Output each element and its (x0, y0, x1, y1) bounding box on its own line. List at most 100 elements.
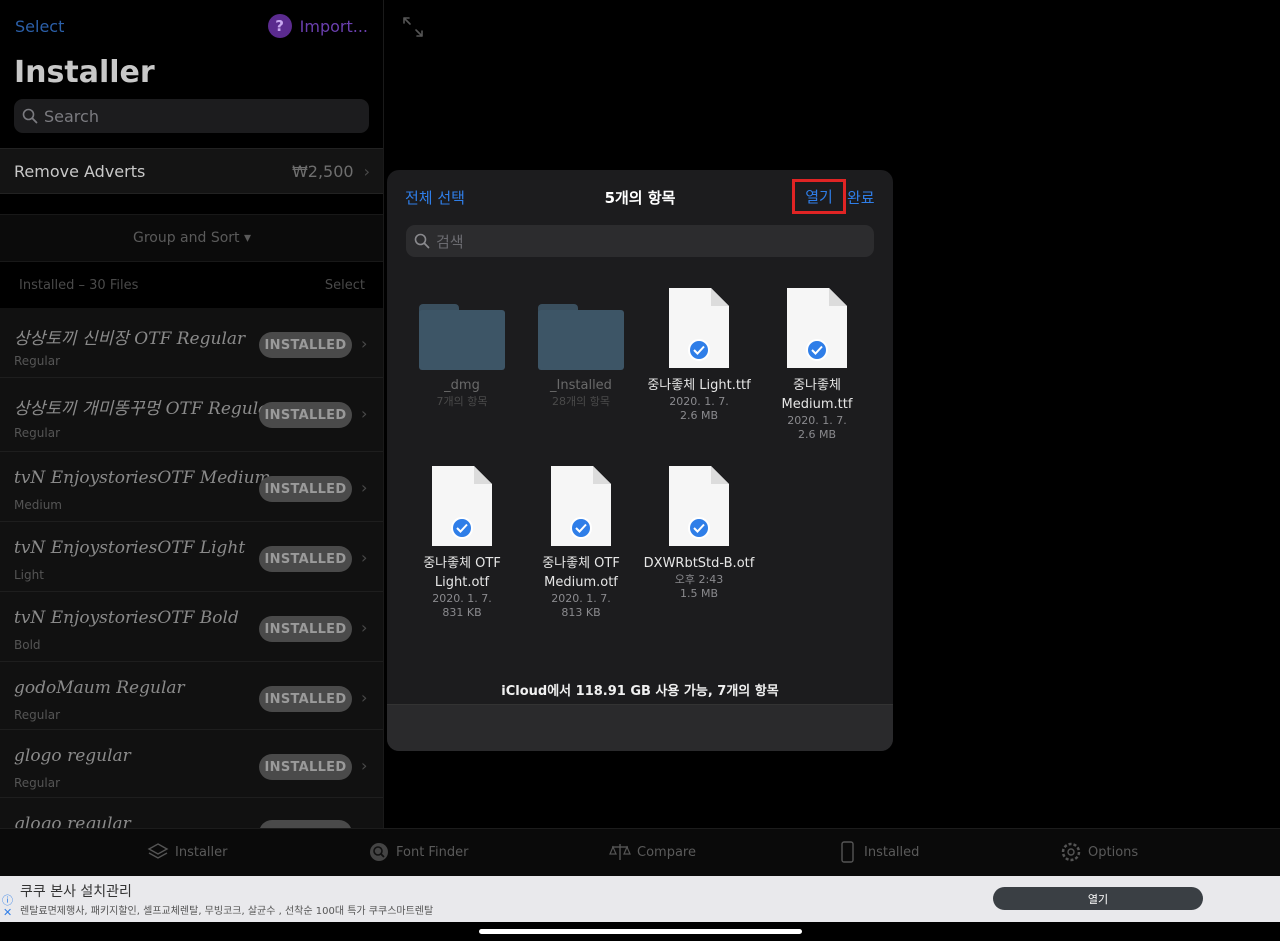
font-style: Regular (14, 776, 61, 790)
list-item[interactable]: tvN EnjoystoriesOTF Light Light INSTALLE… (0, 522, 383, 592)
tab-label: Options (1088, 844, 1139, 860)
font-style: Medium (14, 498, 62, 512)
status-badge[interactable]: INSTALLED (259, 546, 352, 572)
chevron-right-icon: › (361, 688, 368, 707)
modal-search-placeholder: 검색 (436, 232, 464, 251)
list-item[interactable]: 상상토끼 신비장 OTF Regular Regular INSTALLED › (0, 308, 383, 378)
tab-label: Installed (864, 844, 920, 860)
document-icon (667, 464, 731, 548)
checkmark-icon (688, 517, 710, 539)
sidebar-top-bar: Select ? Import... (0, 0, 383, 52)
font-style: Bold (14, 638, 41, 652)
file-item[interactable]: 중나좋체 OTF Medium.otf 2020. 1. 7. 813 KB (522, 464, 640, 620)
list-item[interactable]: glogo regular (0, 798, 383, 828)
item-name: 중나좋체 OTF Light.otf (423, 556, 501, 590)
group-and-sort-button[interactable]: Group and Sort ▾ (0, 214, 383, 262)
tab-installer[interactable]: Installer (147, 841, 227, 863)
checkmark-icon (806, 339, 828, 361)
font-style: Regular (14, 426, 61, 440)
chevron-right-icon: › (363, 161, 370, 181)
chevron-right-icon: › (361, 334, 368, 353)
ad-banner[interactable]: ⓘ ✕ 쿠쿠 본사 설치관리 렌탈료면제행사, 패키지할인, 셀프교체렌탈, 무… (0, 876, 1280, 922)
checkmark-icon (451, 517, 473, 539)
tab-compare[interactable]: Compare (609, 841, 696, 863)
item-name: _dmg (444, 378, 480, 393)
section-select-button[interactable]: Select (325, 278, 365, 306)
section-header: Installed – 30 Files Select (0, 278, 383, 306)
home-indicator[interactable] (479, 929, 802, 934)
font-name: glogo regular (14, 746, 131, 766)
font-name: tvN EnjoystoriesOTF Medium (14, 468, 271, 488)
modal-header: 전체 선택 5개의 항목 열기 완료 (387, 170, 893, 222)
document-icon (549, 464, 613, 548)
font-name: 상상토끼 신비장 OTF Regular (14, 329, 246, 349)
modal-search-input[interactable]: 검색 (406, 225, 874, 257)
item-date: 2020. 1. 7. (669, 395, 729, 408)
tab-label: Compare (637, 844, 696, 860)
search-input[interactable]: Search (14, 99, 369, 133)
list-item[interactable]: godoMaum Regular Regular INSTALLED › (0, 662, 383, 730)
chevron-right-icon: › (361, 548, 368, 567)
list-item[interactable]: 상상토끼 개미똥꾸멍 OTF Regular Regular INSTALLED… (0, 378, 383, 452)
remove-adverts-row[interactable]: Remove Adverts ₩2,500 › (0, 148, 383, 194)
file-item[interactable]: 중나좋체 Light.ttf 2020. 1. 7. 2.6 MB (640, 286, 758, 423)
item-size: 2.6 MB (797, 428, 837, 441)
folder-item[interactable]: _dmg 7개의 항목 (403, 288, 521, 409)
list-item[interactable]: glogo regular Regular INSTALLED › (0, 730, 383, 798)
item-date: 2020. 1. 7. (551, 592, 611, 605)
status-badge[interactable] (259, 820, 352, 828)
file-item[interactable]: 중나좋체 OTF Light.otf 2020. 1. 7. 831 KB (403, 464, 521, 620)
ad-open-button[interactable]: 열기 (993, 887, 1203, 910)
status-badge[interactable]: INSTALLED (259, 476, 352, 502)
modal-footer (387, 704, 893, 751)
remove-adverts-label: Remove Adverts (14, 161, 146, 181)
item-name: _Installed (550, 378, 612, 393)
status-badge[interactable]: INSTALLED (259, 402, 352, 428)
file-item[interactable]: 중나좋체 Medium.ttf 2020. 1. 7. 2.6 MB (758, 286, 876, 442)
help-icon[interactable]: ? (267, 14, 292, 38)
font-style: Regular (14, 354, 61, 368)
tab-options[interactable]: Options (1060, 841, 1138, 863)
open-button[interactable]: 열기 (792, 179, 846, 214)
item-date: 2020. 1. 7. (432, 592, 492, 605)
item-size: 1.5 MB (679, 587, 719, 600)
item-name: 중나좋체 Medium.ttf (781, 378, 853, 412)
file-item[interactable]: DXWRbtStd-B.otf 오후 2:43 1.5 MB (640, 464, 758, 601)
status-badge[interactable]: INSTALLED (259, 616, 352, 642)
font-name: glogo regular (14, 814, 131, 828)
list-item[interactable]: tvN EnjoystoriesOTF Bold Bold INSTALLED … (0, 592, 383, 662)
ad-close-icon[interactable]: ✕ (3, 906, 12, 919)
folder-item[interactable]: _Installed 28개의 항목 (522, 288, 640, 409)
sidebar: Select ? Import... Installer Search Remo… (0, 0, 384, 828)
done-button[interactable]: 완료 (847, 187, 875, 208)
search-icon (22, 108, 38, 124)
font-list: 상상토끼 신비장 OTF Regular Regular INSTALLED ›… (0, 308, 383, 828)
import-button[interactable]: ? Import... (267, 14, 368, 38)
list-item[interactable]: tvN EnjoystoriesOTF Medium Medium INSTAL… (0, 452, 383, 522)
status-badge[interactable]: INSTALLED (259, 686, 352, 712)
tab-label: Installer (175, 844, 228, 860)
font-name: godoMaum Regular (14, 678, 185, 698)
status-badge[interactable]: INSTALLED (259, 332, 352, 358)
gear-icon (1061, 842, 1081, 862)
font-name: tvN EnjoystoriesOTF Bold (14, 608, 239, 628)
status-badge[interactable]: INSTALLED (259, 754, 352, 780)
document-icon (667, 286, 731, 370)
tab-installed[interactable]: Installed (836, 841, 919, 863)
font-style: Light (14, 568, 44, 582)
ad-title: 쿠쿠 본사 설치관리 (20, 884, 132, 900)
import-label[interactable]: Import... (300, 17, 368, 36)
folder-icon (538, 304, 624, 370)
item-name: 중나좋체 Light.ttf (647, 378, 751, 393)
search-icon (414, 233, 430, 249)
item-date: 오후 2:43 (674, 573, 724, 586)
remove-adverts-price: ₩2,500 (291, 161, 354, 181)
tab-font-finder[interactable]: Font Finder (368, 841, 468, 863)
expand-icon[interactable] (402, 16, 424, 38)
phone-icon (841, 841, 854, 863)
select-button[interactable]: Select (15, 17, 64, 36)
ad-description: 렌탈료면제행사, 패키지할인, 셀프교체렌탈, 무빙코크, 살균수 , 선착순 … (20, 906, 434, 917)
scales-icon (609, 844, 631, 860)
checkmark-icon (570, 517, 592, 539)
chevron-right-icon: › (361, 756, 368, 775)
